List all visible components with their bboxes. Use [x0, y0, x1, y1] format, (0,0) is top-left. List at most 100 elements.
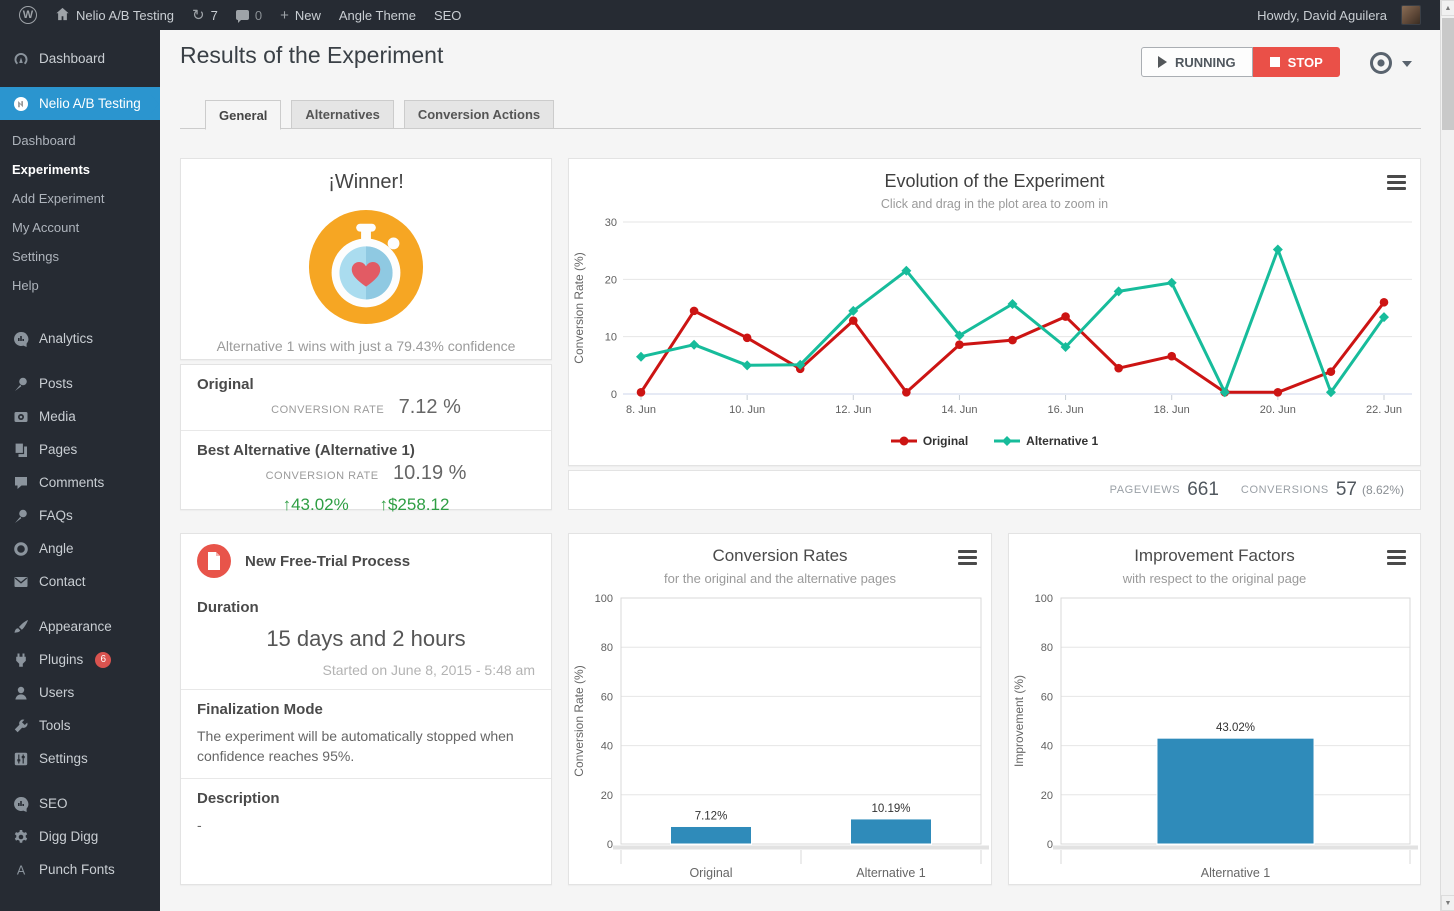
legend-item-alternative-1[interactable]: Alternative 1 [994, 434, 1098, 448]
dashboard-icon [12, 50, 29, 67]
svg-text:0: 0 [611, 389, 617, 401]
sidebar-item-label: Contact [39, 574, 86, 589]
tab-general[interactable]: General [205, 100, 281, 130]
sidebar-item-posts[interactable]: Posts [0, 367, 160, 400]
stopwatch-heart-icon [307, 208, 425, 326]
svg-text:43.02%: 43.02% [1216, 722, 1255, 734]
finalization-section: Finalization Mode The experiment will be… [181, 689, 551, 778]
chart-menu-icon[interactable] [1387, 175, 1406, 193]
tab-conversion-actions[interactable]: Conversion Actions [404, 100, 554, 129]
sidebar-item-settings[interactable]: Settings [0, 742, 160, 775]
submenu-item-add-experiment[interactable]: Add Experiment [0, 184, 160, 213]
letter-a-icon: A [12, 861, 29, 878]
account-menu-link[interactable]: Howdy, David Aguilera [1248, 0, 1430, 30]
sidebar-item-label: Pages [39, 442, 77, 457]
svg-text:Conversion Rate (%): Conversion Rate (%) [572, 252, 586, 363]
sidebar-item-label: Plugins [39, 652, 83, 667]
sidebar-item-appearance[interactable]: Appearance [0, 610, 160, 643]
comments-icon [12, 474, 29, 491]
svg-text:18. Jun: 18. Jun [1154, 404, 1190, 416]
winner-card: ¡Winner! Alternative 1 wins with just a … [180, 158, 552, 360]
wordpress-menu[interactable]: W [10, 0, 46, 30]
svg-text:20: 20 [605, 274, 617, 286]
evolution-line-chart[interactable]: 01020308. Jun10. Jun12. Jun14. Jun16. Ju… [569, 211, 1420, 426]
evolution-chart-card: Evolution of the Experiment Click and dr… [568, 158, 1421, 466]
scrollbar-thumb[interactable] [1442, 18, 1454, 130]
seo-menu-link[interactable]: SEO [425, 0, 470, 30]
submenu-item-dashboard[interactable]: Dashboard [0, 126, 160, 155]
pushpin-icon [12, 375, 29, 392]
submenu-item-my-account[interactable]: My Account [0, 213, 160, 242]
site-name-link[interactable]: Nelio A/B Testing [46, 0, 183, 30]
duration-label: Duration [197, 599, 535, 616]
sidebar-item-digg-digg[interactable]: Digg Digg [0, 820, 160, 853]
svg-text:10: 10 [605, 332, 617, 344]
best-conversion-rate: 10.19 % [393, 462, 466, 484]
description-section: Description - [181, 778, 551, 900]
submenu-item-experiments[interactable]: Experiments [0, 155, 160, 184]
theme-menu-link[interactable]: Angle Theme [330, 0, 425, 30]
running-status-button[interactable]: RUNNING [1141, 47, 1253, 77]
svg-text:30: 30 [605, 217, 617, 229]
admin-bar: W Nelio A/B Testing ↻ 7 0 + New Angle Th… [0, 0, 1454, 30]
svg-text:60: 60 [1041, 691, 1053, 703]
sidebar-item-media[interactable]: Media [0, 400, 160, 433]
scroll-down-arrow[interactable]: ▼ [1441, 895, 1454, 911]
sidebar-item-label: Tools [39, 718, 71, 733]
sidebar-item-analytics[interactable]: Analytics [0, 322, 160, 355]
brush-icon [12, 618, 29, 635]
sidebar-item-seo[interactable]: SEO [0, 787, 160, 820]
wordpress-logo-icon: W [19, 6, 37, 24]
svg-text:80: 80 [601, 642, 613, 654]
chart-menu-icon[interactable] [958, 550, 977, 568]
admin-sidebar: DashboardNelio A/B TestingDashboardExper… [0, 30, 160, 911]
sidebar-item-nelio-a-b-testing[interactable]: Nelio A/B Testing [0, 87, 160, 120]
chart-menu-icon[interactable] [1387, 550, 1406, 568]
comments-icon [236, 10, 249, 20]
original-stats-section: Original CONVERSION RATE 7.12 % [181, 365, 551, 430]
sidebar-item-faqs[interactable]: FAQs [0, 499, 160, 532]
sidebar-item-label: Appearance [39, 619, 112, 634]
sidebar-submenu: DashboardExperimentsAdd ExperimentMy Acc… [0, 120, 160, 310]
svg-text:10.19%: 10.19% [871, 803, 910, 815]
svg-text:20. Jun: 20. Jun [1260, 404, 1296, 416]
tab-alternatives[interactable]: Alternatives [291, 100, 393, 129]
svg-text:Improvement (%): Improvement (%) [1012, 675, 1026, 767]
sidebar-item-tools[interactable]: Tools [0, 709, 160, 742]
svg-text:22. Jun: 22. Jun [1366, 404, 1402, 416]
comments-link[interactable]: 0 [227, 0, 271, 30]
up-arrow-icon: ↑ [379, 495, 388, 514]
submenu-item-settings[interactable]: Settings [0, 242, 160, 271]
stop-experiment-button[interactable]: STOP [1253, 47, 1340, 77]
conversion-rates-bar-chart: 0204060801007.12%Original10.19%Alternati… [569, 586, 991, 887]
home-icon [55, 7, 70, 24]
svg-text:60: 60 [601, 691, 613, 703]
sidebar-item-pages[interactable]: Pages [0, 433, 160, 466]
submenu-item-help[interactable]: Help [0, 271, 160, 300]
tab-bar: General Alternatives Conversion Actions [205, 100, 554, 130]
sidebar-item-users[interactable]: Users [0, 676, 160, 709]
sidebar-item-comments[interactable]: Comments [0, 466, 160, 499]
sidebar-item-plugins[interactable]: Plugins 6 [0, 643, 160, 676]
play-icon [1158, 56, 1167, 68]
evolution-chart-legend: Original Alternative 1 [569, 426, 1420, 456]
scroll-up-arrow[interactable]: ▲ [1441, 0, 1454, 16]
update-count-badge: 6 [95, 652, 111, 668]
description-value: - [197, 815, 535, 835]
user-icon [12, 684, 29, 701]
svg-text:0: 0 [1047, 839, 1053, 851]
best-alternative-label: Best Alternative (Alternative 1) [197, 442, 535, 459]
sidebar-item-punch-fonts[interactable]: APunch Fonts [0, 853, 160, 886]
svg-text:Original: Original [689, 866, 732, 880]
updates-link[interactable]: ↻ 7 [183, 0, 227, 30]
sidebar-item-contact[interactable]: Contact [0, 565, 160, 598]
goal-dropdown-button[interactable] [1368, 50, 1412, 76]
legend-item-original[interactable]: Original [891, 434, 968, 448]
sidebar-item-label: Angle [39, 541, 74, 556]
new-content-link[interactable]: + New [271, 0, 330, 30]
improvement-summary: ↑43.02% ↑$258.12 [197, 495, 535, 515]
sidebar-item-dashboard[interactable]: Dashboard [0, 42, 160, 75]
sidebar-item-angle[interactable]: Angle [0, 532, 160, 565]
svg-text:8. Jun: 8. Jun [626, 404, 656, 416]
original-conversion-rate: 7.12 % [399, 396, 461, 418]
